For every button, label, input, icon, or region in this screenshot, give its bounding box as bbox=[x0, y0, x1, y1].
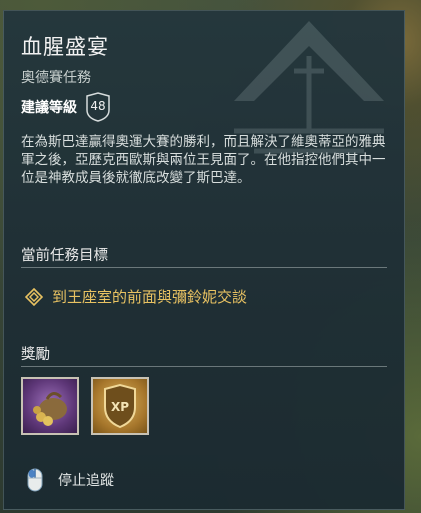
quest-panel: 血腥盛宴 奧德賽任務 建議等級 48 在為斯巴達贏得奧運大賽的勝利，而且解決了維… bbox=[3, 10, 405, 510]
rewards-list: XP bbox=[21, 377, 149, 435]
diamond-objective-icon bbox=[25, 287, 43, 306]
objective-text: 到王座室的前面與彌鈴妮交談 bbox=[52, 288, 248, 306]
level-badge: 48 bbox=[85, 92, 111, 122]
mouse-icon bbox=[27, 468, 43, 492]
reward-xp[interactable]: XP bbox=[91, 377, 149, 435]
reward-coin-pouch[interactable] bbox=[21, 377, 79, 435]
objective-item[interactable]: 到王座室的前面與彌鈴妮交談 bbox=[25, 286, 247, 307]
coin-pouch-icon bbox=[33, 392, 67, 426]
level-value: 48 bbox=[90, 99, 106, 113]
level-label: 建議等級 bbox=[21, 100, 77, 116]
quest-title: 血腥盛宴 bbox=[21, 35, 109, 59]
rewards-divider bbox=[21, 366, 387, 367]
stop-tracking-label: 停止追蹤 bbox=[58, 473, 114, 489]
xp-label: XP bbox=[111, 400, 129, 414]
stop-tracking-button[interactable]: 停止追蹤 bbox=[26, 467, 114, 493]
xp-shield-icon: XP bbox=[104, 383, 136, 429]
quest-description: 在為斯巴達贏得奧運大賽的勝利，而且解決了維奧蒂亞的雅典軍之後，亞歷克西歐斯與兩位… bbox=[21, 134, 386, 186]
rewards-header: 獎勵 bbox=[21, 347, 50, 363]
objectives-header: 當前任務目標 bbox=[21, 248, 108, 264]
objectives-divider bbox=[21, 267, 387, 268]
quest-type: 奧德賽任務 bbox=[21, 70, 91, 86]
recommended-level: 建議等級 48 bbox=[21, 92, 111, 122]
